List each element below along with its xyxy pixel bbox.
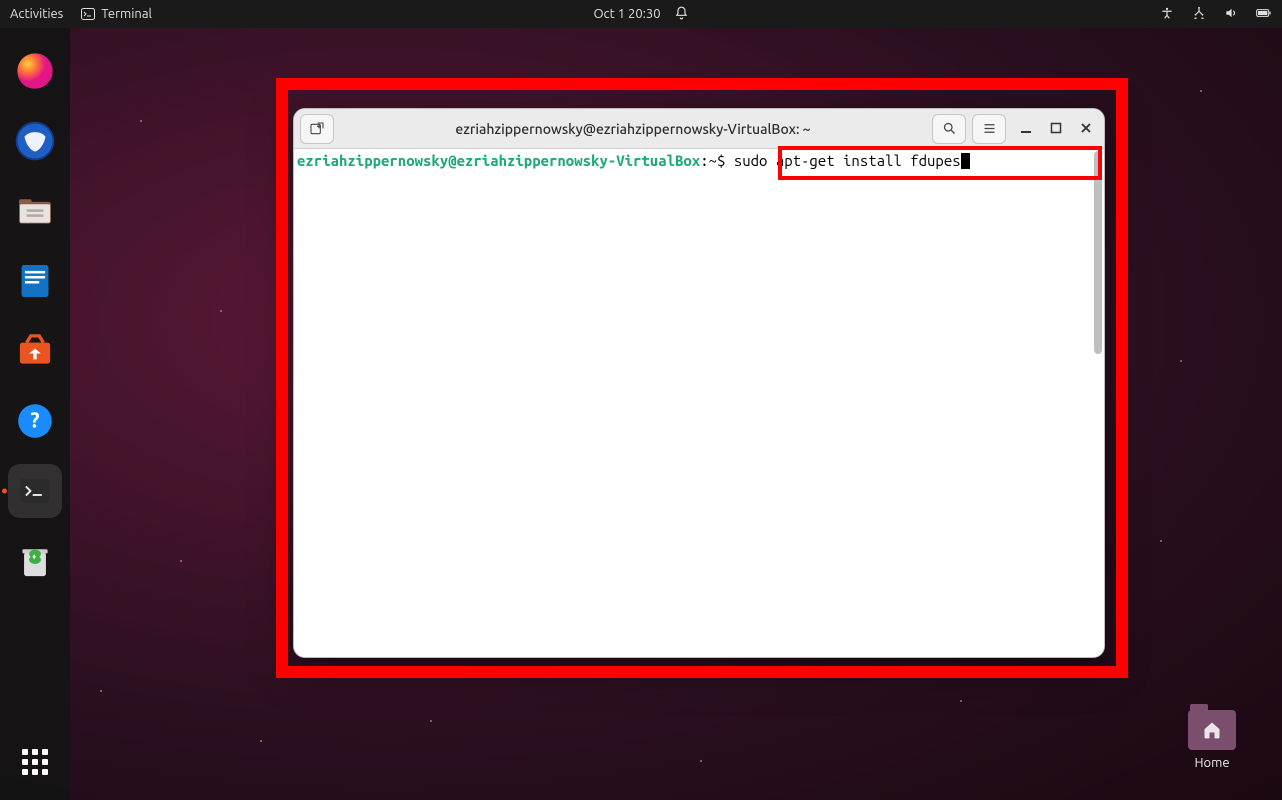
svg-text:?: ? xyxy=(30,408,39,432)
terminal-small-icon xyxy=(81,7,95,21)
dock-software[interactable] xyxy=(8,324,62,378)
show-applications-button[interactable] xyxy=(15,742,55,782)
window-title: ezriahzippernowsky@ezriahzippernowsky-Vi… xyxy=(340,121,926,137)
app-menu-label: Terminal xyxy=(101,7,152,21)
dock-help[interactable]: ? xyxy=(8,394,62,448)
prompt-path: ~$ xyxy=(709,152,726,169)
terminal-scrollbar[interactable] xyxy=(1094,151,1102,354)
dock-terminal[interactable] xyxy=(8,464,62,518)
activities-button[interactable]: Activities xyxy=(10,7,63,21)
dock-thunderbird[interactable] xyxy=(8,114,62,168)
maximize-icon xyxy=(1050,122,1062,134)
window-titlebar[interactable]: ezriahzippernowsky@ezriahzippernowsky-Vi… xyxy=(294,109,1104,149)
hamburger-icon xyxy=(982,121,997,136)
volume-icon[interactable] xyxy=(1224,6,1238,23)
accessibility-icon[interactable] xyxy=(1160,6,1174,23)
dock-files[interactable] xyxy=(8,184,62,238)
top-bar: Activities Terminal Oct 1 20:30 xyxy=(0,0,1282,28)
search-icon xyxy=(942,121,957,136)
new-tab-icon xyxy=(309,121,325,137)
network-icon[interactable] xyxy=(1192,6,1206,23)
folder-icon xyxy=(1188,710,1236,750)
new-tab-button[interactable] xyxy=(300,114,334,144)
dock-trash[interactable] xyxy=(8,534,62,588)
terminal-window: ezriahzippernowsky@ezriahzippernowsky-Vi… xyxy=(293,108,1105,658)
maximize-button[interactable] xyxy=(1048,120,1064,137)
prompt-user: ezriahzippernowsky@ezriahzippernowsky-Vi… xyxy=(297,152,700,169)
battery-icon[interactable] xyxy=(1256,6,1272,23)
terminal-cursor xyxy=(961,153,970,169)
desktop-home-folder[interactable]: Home xyxy=(1182,710,1242,770)
running-indicator xyxy=(2,489,7,494)
hamburger-menu-button[interactable] xyxy=(972,114,1006,144)
terminal-body[interactable]: ezriahzippernowsky@ezriahzippernowsky-Vi… xyxy=(294,149,1104,657)
close-button[interactable] xyxy=(1078,120,1094,137)
minimize-icon xyxy=(1020,122,1032,134)
minimize-button[interactable] xyxy=(1018,120,1034,137)
prompt-sep: : xyxy=(700,152,708,169)
dock-firefox[interactable] xyxy=(8,44,62,98)
desktop-home-label: Home xyxy=(1182,756,1242,770)
close-icon xyxy=(1080,122,1092,134)
dock-writer[interactable] xyxy=(8,254,62,308)
search-button[interactable] xyxy=(932,114,966,144)
command-text: sudo apt-get install fdupes xyxy=(725,152,960,169)
clock[interactable]: Oct 1 20:30 xyxy=(593,7,660,21)
notification-icon[interactable] xyxy=(675,6,689,23)
dock: ? xyxy=(0,28,70,800)
app-menu[interactable]: Terminal xyxy=(81,7,152,21)
